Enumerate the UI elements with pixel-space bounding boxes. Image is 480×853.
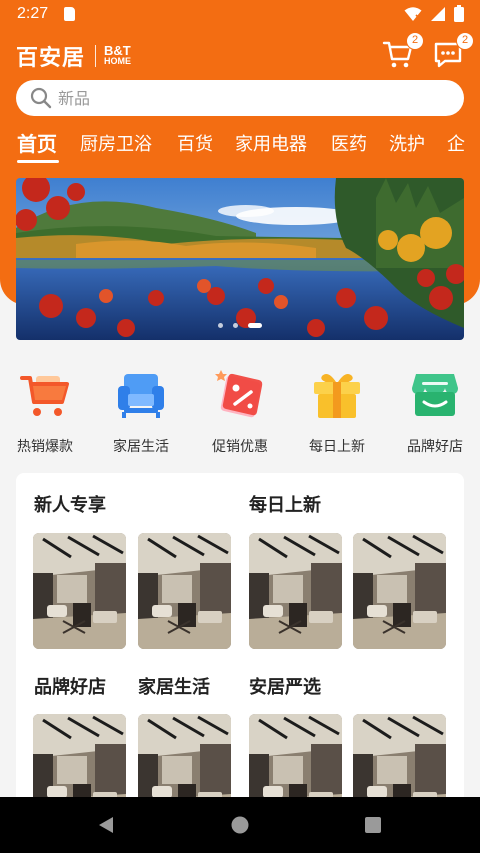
- shopping-cart-icon: [20, 376, 69, 416]
- quick-brand-store[interactable]: 品牌好店: [390, 368, 480, 456]
- tab-general-goods[interactable]: 百货: [177, 130, 213, 156]
- logo-text-cn: 百安居: [16, 46, 86, 71]
- quick-entry-grid: 热销爆款 家居生活 促销优惠 每日上新 品牌好店: [0, 368, 480, 468]
- banner-indicator: [16, 323, 464, 328]
- quick-promotion[interactable]: 促销优惠: [195, 368, 285, 456]
- section-title-brand-store[interactable]: 品牌好店: [34, 673, 106, 699]
- product-thumb[interactable]: [138, 533, 231, 649]
- brand-logo[interactable]: 百安居 B&T HOME: [16, 40, 131, 72]
- quick-promotion-label: 促销优惠: [212, 439, 268, 455]
- tab-medicine[interactable]: 医药: [331, 130, 367, 156]
- wifi-icon: [404, 6, 422, 21]
- cart-button[interactable]: 2: [382, 32, 424, 70]
- banner-dot-active[interactable]: [248, 323, 262, 328]
- section-title-new-user[interactable]: 新人专享: [34, 491, 106, 517]
- battery-icon: [454, 5, 464, 22]
- tab-personal-care[interactable]: 洗护: [389, 130, 425, 156]
- gift-box-icon: [314, 374, 360, 418]
- section-title-selected[interactable]: 安居严选: [249, 673, 321, 699]
- quick-hot-sale-label: 热销爆款: [17, 439, 73, 455]
- status-icons: [404, 5, 464, 22]
- room-photo: [138, 533, 231, 649]
- logo-text-en: B&T HOME: [104, 43, 132, 66]
- quick-home-living[interactable]: 家居生活: [96, 368, 186, 456]
- quick-home-living-label: 家居生活: [113, 439, 169, 455]
- sd-card-icon: [64, 7, 75, 21]
- quick-daily-new[interactable]: 每日上新: [292, 368, 382, 456]
- discount-tag-icon: [215, 370, 263, 418]
- tab-appliances[interactable]: 家用电器: [235, 130, 307, 156]
- status-time: 2:27: [17, 5, 49, 22]
- quick-brand-store-label: 品牌好店: [407, 439, 463, 455]
- message-badge: 2: [456, 32, 474, 50]
- logo-line-1: B&T: [104, 43, 131, 58]
- quick-hot-sale[interactable]: 热销爆款: [0, 368, 90, 456]
- message-button[interactable]: 2: [432, 32, 474, 70]
- quick-daily-new-label: 每日上新: [309, 439, 365, 455]
- banner-image: [16, 178, 464, 340]
- tab-kitchen-bath[interactable]: 厨房卫浴: [80, 130, 152, 156]
- sofa-icon: [118, 374, 164, 418]
- app-header: 百安居 B&T HOME 2 2: [0, 30, 480, 78]
- category-tabs: 首页 厨房卫浴 百货 家用电器 医药 洗护 企: [0, 122, 480, 166]
- product-thumb[interactable]: [353, 533, 446, 649]
- featured-sections-card: 新人专享 每日上新 品牌好店 家居生活 安居严选: [16, 473, 464, 830]
- recents-icon[interactable]: [364, 816, 382, 834]
- section-title-home-living[interactable]: 家居生活: [138, 673, 210, 699]
- room-photo: [249, 533, 342, 649]
- signal-icon: [431, 6, 445, 21]
- logo-line-2: HOME: [104, 56, 132, 66]
- tab-enterprise[interactable]: 企: [447, 130, 465, 156]
- search-icon: [30, 87, 52, 109]
- home-icon[interactable]: [230, 815, 250, 835]
- back-icon[interactable]: [96, 815, 116, 835]
- room-photo: [353, 533, 446, 649]
- tab-home[interactable]: 首页: [17, 128, 57, 157]
- product-thumb[interactable]: [249, 533, 342, 649]
- storefront-icon: [412, 374, 458, 416]
- active-tab-indicator: [17, 160, 59, 163]
- banner-dot[interactable]: [233, 323, 238, 328]
- search-input[interactable]: [58, 80, 438, 116]
- cart-badge: 2: [406, 32, 424, 50]
- logo-divider: [95, 45, 97, 67]
- banner-dot[interactable]: [218, 323, 223, 328]
- promo-banner[interactable]: [16, 178, 464, 340]
- search-bar[interactable]: [16, 80, 464, 116]
- section-title-daily-new[interactable]: 每日上新: [249, 491, 321, 517]
- system-nav-bar: [0, 797, 480, 853]
- room-photo: [33, 533, 126, 649]
- status-bar: 2:27: [0, 0, 480, 28]
- product-thumb[interactable]: [33, 533, 126, 649]
